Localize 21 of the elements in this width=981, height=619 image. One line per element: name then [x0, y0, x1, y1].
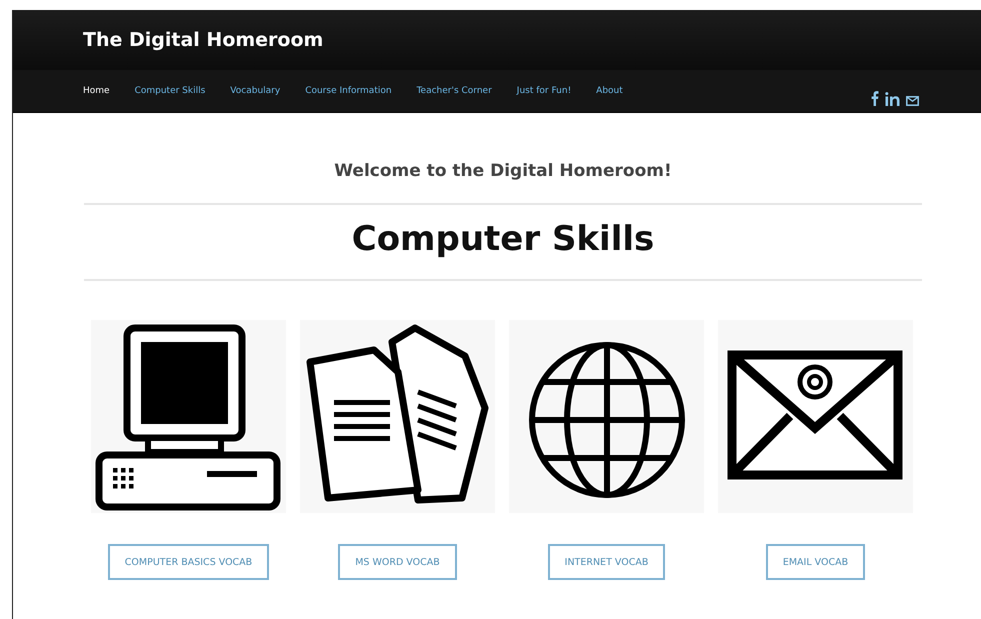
globe-icon [509, 320, 704, 513]
site-title[interactable]: The Digital Homeroom [83, 29, 324, 51]
vocab-button[interactable]: INTERNET VOCAB [548, 544, 666, 580]
vocab-button[interactable]: COMPUTER BASICS VOCAB [108, 544, 270, 580]
mail-icon[interactable] [906, 96, 919, 106]
nav-link[interactable]: Home [83, 86, 110, 96]
vocab-button[interactable]: MS WORD VOCAB [338, 544, 457, 580]
vocab-button[interactable]: EMAIL VOCAB [766, 544, 866, 580]
nav-link[interactable]: Computer Skills [134, 86, 206, 96]
welcome-text: Welcome to the Digital Homeroom! [333, 161, 673, 181]
section-heading: Computer Skills [350, 219, 656, 259]
linkedin-icon[interactable] [885, 92, 900, 106]
nav-link[interactable]: Vocabulary [230, 86, 280, 96]
nav-link[interactable]: Just for Fun! [516, 86, 572, 96]
envelope-icon [718, 320, 913, 513]
nav-link[interactable]: Course Information [305, 86, 392, 96]
nav-link[interactable]: About [596, 86, 623, 96]
documents-icon [300, 320, 495, 513]
nav-link[interactable]: Teacher's Corner [416, 86, 492, 96]
computer-icon [91, 320, 286, 513]
facebook-icon[interactable] [871, 90, 879, 106]
